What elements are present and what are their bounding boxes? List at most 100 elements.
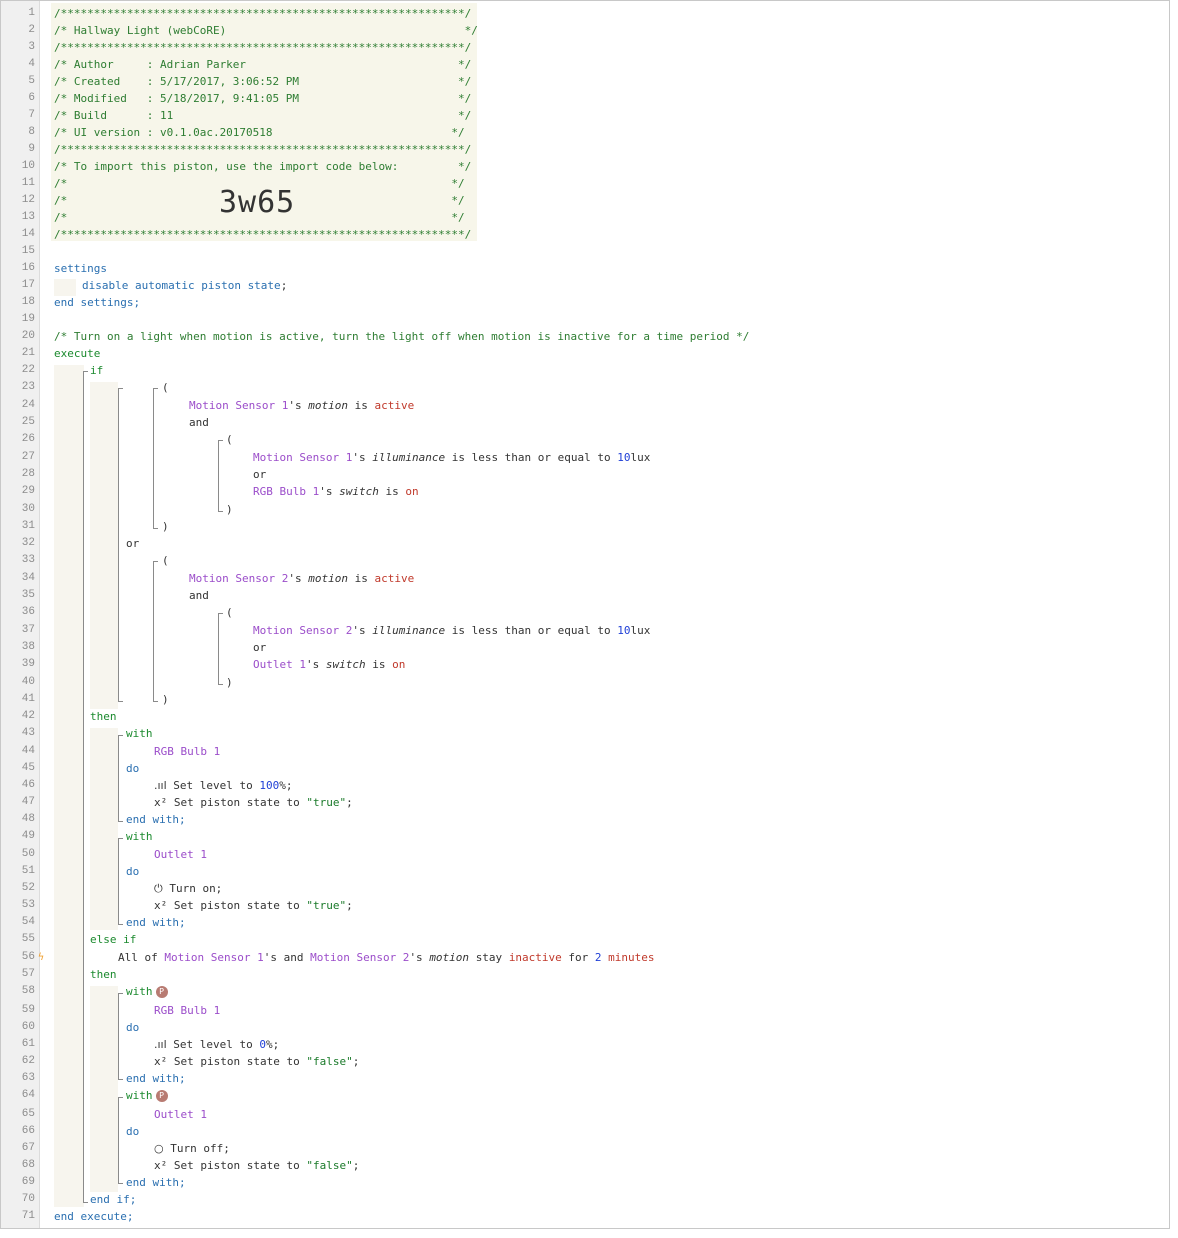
else-if-keyword[interactable]: else if	[90, 931, 136, 948]
condition-stay-inactive[interactable]: All of Motion Sensor 1's and Motion Sens…	[118, 949, 655, 966]
turn-on[interactable]: ⏻ Turn on;	[154, 880, 222, 897]
header-ui-version: /* UI version : v0.1.0ac.20170518 */	[54, 126, 465, 139]
device-outlet-1[interactable]: Outlet 1	[154, 846, 207, 863]
end-execute: end execute;	[54, 1210, 134, 1223]
attr-motion: motion	[308, 399, 348, 412]
open-paren[interactable]: (	[226, 431, 233, 448]
condition-rgb-switch[interactable]: RGB Bulb 1's switch is on	[253, 483, 419, 500]
line-number: 35	[21, 589, 35, 601]
with-keyword-p[interactable]: with P	[126, 983, 168, 1000]
header-border: /***************************************…	[54, 41, 472, 54]
header-border: /***************************************…	[54, 7, 472, 20]
and-operator[interactable]: and	[189, 587, 209, 604]
possessive: 's	[288, 399, 302, 412]
possessive: 's	[409, 951, 423, 964]
device-outlet-1[interactable]: Outlet 1	[154, 1106, 207, 1123]
device-rgb-bulb-1[interactable]: RGB Bulb 1	[154, 1002, 220, 1019]
and-word: and	[283, 951, 304, 964]
device-rgb-bulb-1: RGB Bulb 1	[253, 485, 320, 498]
command-set-state: Set piston state to	[173, 899, 300, 912]
condition-ms1-illuminance[interactable]: Motion Sensor 1's illuminance is less th…	[253, 449, 650, 466]
line-number: 51	[21, 865, 35, 877]
close-paren[interactable]: )	[226, 674, 233, 691]
close-paren[interactable]: )	[162, 518, 169, 535]
command-set-level: Set level to	[173, 779, 253, 792]
if-bracket	[83, 371, 88, 1203]
value-false: "false"	[306, 1159, 353, 1172]
line-number: 56	[21, 951, 35, 963]
set-state-true[interactable]: x² Set piston state to "true";	[154, 897, 353, 914]
or-operator[interactable]: or	[253, 639, 266, 656]
close-paren[interactable]: )	[226, 501, 233, 518]
with-keyword-p[interactable]: with P	[126, 1087, 168, 1104]
piston-comment[interactable]: /* Turn on a light when motion is active…	[54, 328, 749, 345]
line-number: 15	[21, 245, 35, 257]
line-number: 10	[21, 160, 35, 172]
possessive: 's	[305, 658, 320, 671]
line-number: 57	[21, 968, 35, 980]
with-keyword[interactable]: with	[126, 725, 153, 742]
line-number: 21	[21, 347, 35, 359]
line-number-gutter: 1 2 3 4 5 6 7 8 9 10 11 12 13 14 15 16 17 18 19 20 21 22 23 24 2…	[1, 1, 40, 1228]
open-paren[interactable]: (	[226, 604, 233, 621]
header-title: /* Hallway Light (webCoRE) */	[54, 24, 478, 37]
with-keyword[interactable]: with	[126, 828, 153, 845]
settings-disable[interactable]: disable automatic piston state;	[82, 277, 287, 294]
line-number: 58	[21, 985, 35, 997]
settings-keyword[interactable]: settings	[54, 260, 107, 277]
line-number: 42	[21, 710, 35, 722]
then-keyword[interactable]: then	[90, 708, 117, 725]
set-state-true[interactable]: x² Set piston state to "true";	[154, 794, 353, 811]
close-paren[interactable]: )	[162, 691, 169, 708]
set-state-false[interactable]: x² Set piston state to "false";	[154, 1157, 359, 1174]
set-state-false[interactable]: x² Set piston state to "false";	[154, 1053, 359, 1070]
device-rgb-bulb-1[interactable]: RGB Bulb 1	[154, 743, 220, 760]
open-paren[interactable]: (	[162, 552, 169, 569]
with4-bracket	[118, 1097, 123, 1184]
line-number: 31	[21, 520, 35, 532]
line-number: 4	[28, 58, 35, 70]
value-2: 2	[594, 951, 602, 964]
or-operator[interactable]: or	[126, 535, 139, 552]
end-if: end if;	[90, 1193, 137, 1206]
power-icon: ⏻	[154, 882, 163, 895]
line-number: 68	[21, 1159, 35, 1171]
variable-icon: x²	[154, 1159, 168, 1172]
set-level-0[interactable]: .ııl Set level to 0%;	[154, 1036, 279, 1053]
unit-lux: lux	[630, 624, 651, 637]
then-keyword[interactable]: then	[90, 966, 117, 983]
semicolon: ;	[352, 1159, 360, 1172]
with-keyword: with	[126, 1089, 153, 1102]
line-number: 61	[21, 1038, 35, 1050]
op-for: for	[568, 951, 589, 964]
unit-minutes: minutes	[608, 951, 655, 964]
import-code[interactable]: 3w65	[219, 185, 295, 220]
value-100: 100	[259, 779, 280, 792]
if-keyword[interactable]: if	[90, 362, 103, 379]
semicolon: ;	[346, 899, 353, 912]
line-number: 24	[21, 399, 35, 411]
end-with: end with;	[126, 916, 186, 929]
line-number: 48	[21, 813, 35, 825]
device-motion-sensor-2: Motion Sensor 2	[310, 951, 410, 964]
possessive: 's	[263, 951, 277, 964]
with2-bracket	[118, 838, 123, 925]
execute-keyword[interactable]: execute	[54, 345, 100, 362]
set-level-100[interactable]: .ııl Set level to 100%;	[154, 777, 293, 794]
value-10: 10	[617, 624, 631, 637]
condition-ms2-motion[interactable]: Motion Sensor 2's motion is active	[189, 570, 414, 587]
line-number: 30	[21, 503, 35, 515]
line-number: 71	[21, 1210, 35, 1222]
command-turn-off: Turn off;	[170, 1142, 230, 1155]
device-motion-sensor-1: Motion Sensor 1	[189, 399, 289, 412]
attr-motion: motion	[308, 572, 348, 585]
and-operator[interactable]: and	[189, 414, 209, 431]
turn-off[interactable]: ○ Turn off;	[154, 1140, 230, 1157]
condition-ms1-motion[interactable]: Motion Sensor 1's motion is active	[189, 397, 414, 414]
attr-switch: switch	[339, 485, 379, 498]
condition-outlet-switch[interactable]: Outlet 1's switch is on	[253, 656, 405, 673]
condition-ms2-illuminance[interactable]: Motion Sensor 2's illuminance is less th…	[253, 622, 650, 639]
op-is: is	[354, 572, 368, 585]
or-operator[interactable]: or	[253, 466, 266, 483]
open-paren[interactable]: (	[162, 379, 169, 396]
